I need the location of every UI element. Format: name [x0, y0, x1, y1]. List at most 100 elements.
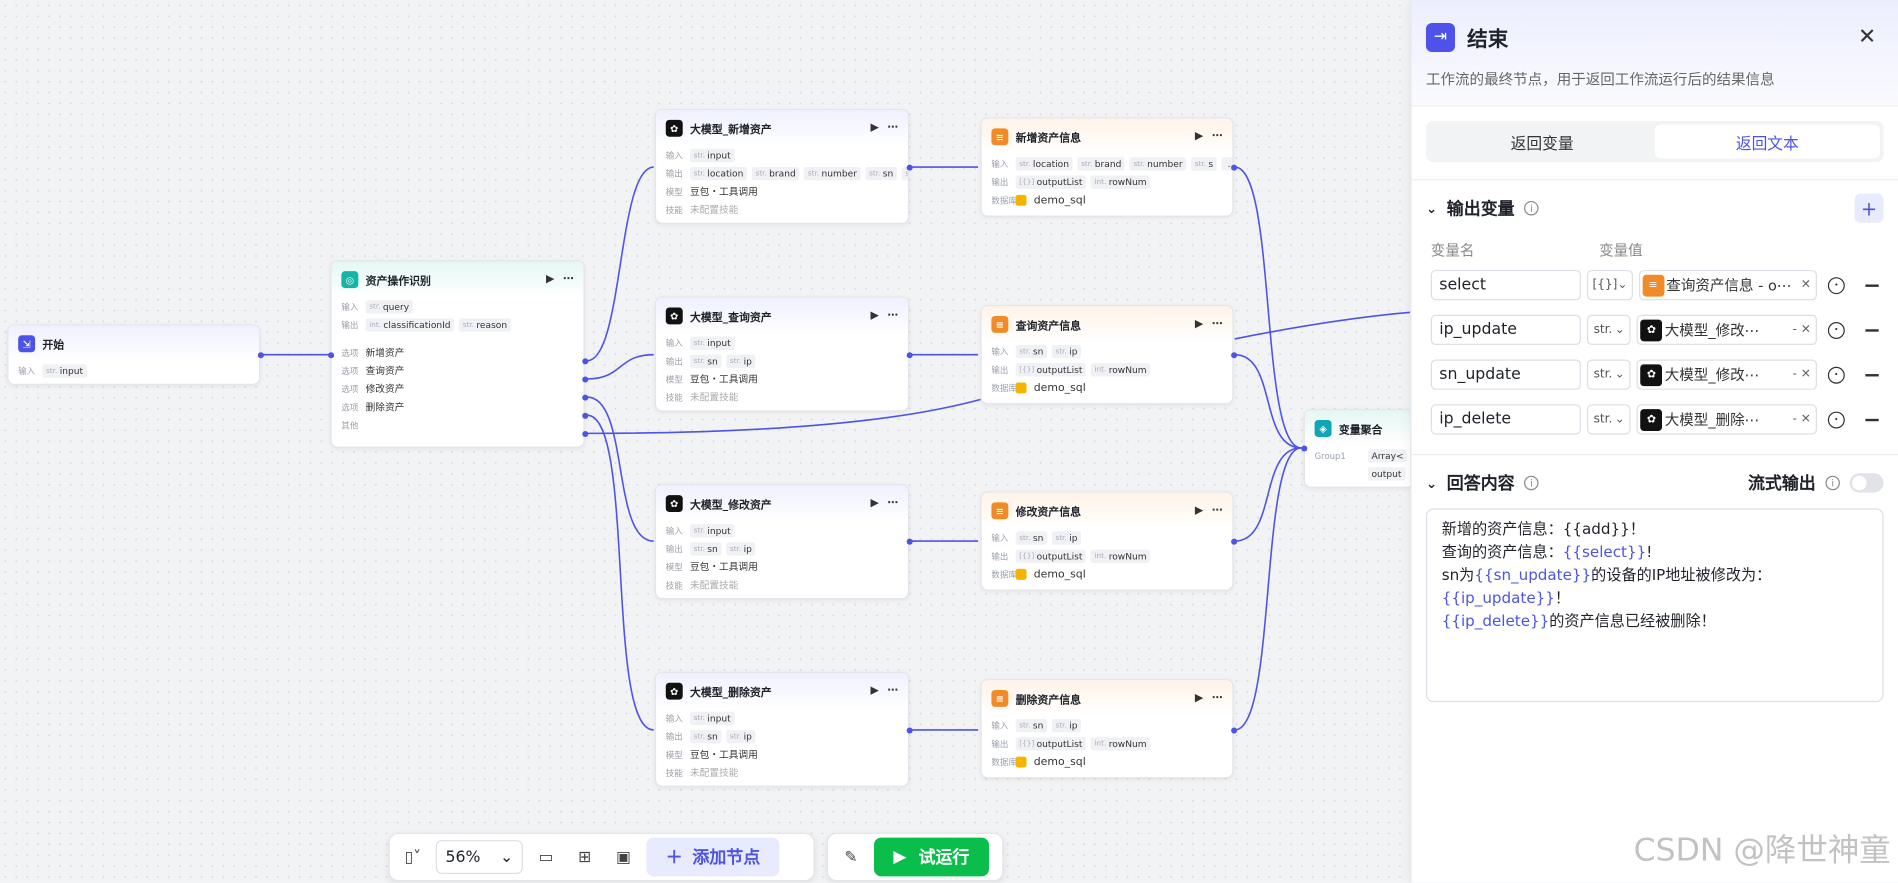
var-name-input[interactable]: ip_delete: [1430, 404, 1582, 435]
port[interactable]: [582, 412, 589, 419]
db-add-node[interactable]: ≡ 新增资产信息 ▶ ⋯ 输入 str. location str. brand st…: [980, 117, 1234, 217]
zoom-select[interactable]: 56% ⌄: [435, 840, 523, 874]
more-icon[interactable]: ⋯: [887, 122, 898, 134]
var-name-input[interactable]: select: [1430, 269, 1581, 301]
classify-node[interactable]: ◎ 资产操作识别 ▶ ⋯ 输入 str. query 输出 int. classifi…: [330, 260, 585, 448]
llm-update-node[interactable]: ✿ 大模型_修改资产 ▶ ⋯ 输入 str. input 输出 str. sn str.…: [654, 484, 910, 600]
collapse-icon[interactable]: ⌄: [1426, 200, 1437, 216]
layout-icon[interactable]: ⊞: [569, 840, 600, 874]
port[interactable]: [582, 358, 589, 365]
port[interactable]: [906, 352, 913, 359]
port[interactable]: [1301, 445, 1308, 452]
model-name: 豆包・工具调用: [689, 749, 758, 761]
remove-variable-button[interactable]: [1865, 328, 1879, 332]
chevron-down-icon: ⌄: [1614, 412, 1625, 427]
port[interactable]: [328, 352, 335, 359]
more-icon[interactable]: ⋯: [887, 498, 898, 510]
run-node-icon[interactable]: ▶: [1195, 131, 1203, 143]
param-tag: str. sn: [689, 542, 722, 556]
workflow-canvas[interactable]: ⇲ 开始 输入 str. input ◎ 资产操作识别 ▶ ⋯ 输入 str. que…: [0, 0, 1898, 883]
port[interactable]: [1231, 538, 1238, 545]
more-icon[interactable]: ⋯: [563, 274, 574, 286]
db-name: demo_sql: [1033, 194, 1086, 207]
more-icon[interactable]: ⋯: [887, 685, 898, 697]
more-icon[interactable]: ⋯: [1212, 318, 1223, 330]
target-icon[interactable]: •: [1827, 321, 1845, 339]
llm-delete-node[interactable]: ✿ 大模型_删除资产 ▶ ⋯ 输入 str. input 输出 str. sn str.…: [654, 671, 910, 787]
edge: [587, 353, 654, 380]
target-icon[interactable]: •: [1827, 276, 1845, 294]
var-name-input[interactable]: ip_update: [1430, 314, 1582, 345]
port[interactable]: [1231, 164, 1238, 171]
remove-variable-button[interactable]: [1865, 373, 1879, 376]
mouse-mode-icon[interactable]: ▯˅: [397, 840, 428, 874]
param-tag: str. query: [365, 300, 413, 314]
var-name-input[interactable]: sn_update: [1430, 359, 1582, 390]
answer-content-editor[interactable]: 新增的资产信息：{{add}}！ 查询的资产信息：{{select}}! sn为…: [1425, 508, 1884, 703]
llm-add-node[interactable]: ✿ 大模型_新增资产 ▶ ⋯ 输入 str. input 输出 str. locatio…: [654, 108, 910, 224]
run-node-icon[interactable]: ▶: [870, 685, 878, 697]
clear-icon[interactable]: - ✕: [1792, 368, 1810, 381]
port[interactable]: [1231, 727, 1238, 734]
more-icon[interactable]: ⋯: [1212, 692, 1223, 704]
database-icon: ≡: [1642, 274, 1664, 296]
var-type-select[interactable]: str. ⌄: [1587, 359, 1631, 390]
db-query-node[interactable]: ≡ 查询资产信息 ▶ ⋯ 输入 str. sn str. ip 输出 [{}] outp…: [980, 305, 1234, 405]
run-node-icon[interactable]: ▶: [1195, 692, 1203, 704]
add-variable-button[interactable]: +: [1854, 193, 1884, 223]
minimap-icon[interactable]: ▣: [608, 840, 639, 874]
port[interactable]: [582, 394, 589, 401]
more-icon[interactable]: ⋯: [1212, 505, 1223, 517]
run-node-icon[interactable]: ▶: [870, 310, 878, 322]
stream-output-toggle[interactable]: [1849, 473, 1884, 493]
run-node-icon[interactable]: ▶: [1195, 505, 1203, 517]
param-tag: str.ip: [726, 354, 756, 368]
var-type-select[interactable]: str. ⌄: [1587, 314, 1631, 345]
close-icon[interactable]: ✕: [1858, 24, 1876, 49]
clear-icon[interactable]: - ✕: [1792, 413, 1810, 426]
run-node-icon[interactable]: ▶: [546, 274, 554, 286]
var-type-select[interactable]: [{}] ⌄: [1586, 269, 1633, 301]
var-type-select[interactable]: str. ⌄: [1587, 404, 1631, 435]
comment-icon[interactable]: ▭: [530, 840, 561, 874]
var-reference[interactable]: ✿ 大模型_修改⋯ - ✕: [1636, 314, 1817, 345]
port[interactable]: [906, 538, 913, 545]
target-icon[interactable]: •: [1827, 410, 1845, 428]
more-icon[interactable]: ⋯: [887, 310, 898, 322]
start-node[interactable]: ⇲ 开始 输入 str. input: [7, 324, 261, 385]
remove-variable-button[interactable]: [1865, 418, 1879, 421]
db-icon: [1015, 756, 1027, 768]
port[interactable]: [582, 430, 589, 437]
remove-variable-button[interactable]: [1865, 283, 1879, 287]
tab-return-variable[interactable]: 返回变量: [1430, 125, 1655, 159]
target-icon[interactable]: •: [1827, 366, 1845, 384]
db-delete-node[interactable]: ≡ 删除资产信息 ▶ ⋯ 输入 str. sn str. ip 输出 [{}] outp…: [980, 679, 1234, 779]
collapse-icon[interactable]: ⌄: [1426, 475, 1437, 491]
watermark: CSDN @降世神童: [1633, 832, 1891, 870]
stream-output-label: 流式输出: [1747, 474, 1816, 494]
clear-icon[interactable]: - ✕: [1792, 323, 1810, 336]
port[interactable]: [257, 352, 264, 359]
port[interactable]: [1231, 352, 1238, 359]
node-title: 删除资产信息: [1015, 694, 1081, 707]
param-tag: str. sn: [1015, 344, 1048, 359]
clear-icon[interactable]: ✕: [1801, 278, 1811, 291]
port[interactable]: [906, 164, 913, 171]
wrench-icon[interactable]: ✎: [835, 840, 866, 874]
add-node-button[interactable]: ＋添加节点: [646, 837, 780, 877]
test-run-button[interactable]: ▶ 试运行: [873, 837, 989, 877]
var-reference[interactable]: ≡ 查询资产信息 - o⋯ ✕: [1638, 269, 1818, 301]
more-icon[interactable]: ⋯: [1212, 131, 1223, 143]
run-node-icon[interactable]: ▶: [1195, 318, 1203, 330]
run-node-icon[interactable]: ▶: [870, 122, 878, 134]
db-update-node[interactable]: ≡ 修改资产信息 ▶ ⋯ 输入 str. sn str. ip 输出 [{}] outp…: [980, 491, 1234, 591]
run-node-icon[interactable]: ▶: [870, 498, 878, 510]
port[interactable]: [582, 376, 589, 383]
run-toolbar: ✎ ▶ 试运行: [826, 832, 1004, 882]
llm-query-node[interactable]: ✿ 大模型_查询资产 ▶ ⋯ 输入 str. input 输出 str. sn str.…: [654, 296, 910, 412]
var-reference[interactable]: ✿ 大模型_修改⋯ - ✕: [1636, 359, 1817, 390]
port[interactable]: [906, 727, 913, 734]
tab-return-text[interactable]: 返回文本: [1654, 124, 1880, 159]
var-reference[interactable]: ✿ 大模型_删除⋯ - ✕: [1636, 404, 1817, 435]
param-tag: output: [1367, 467, 1406, 481]
